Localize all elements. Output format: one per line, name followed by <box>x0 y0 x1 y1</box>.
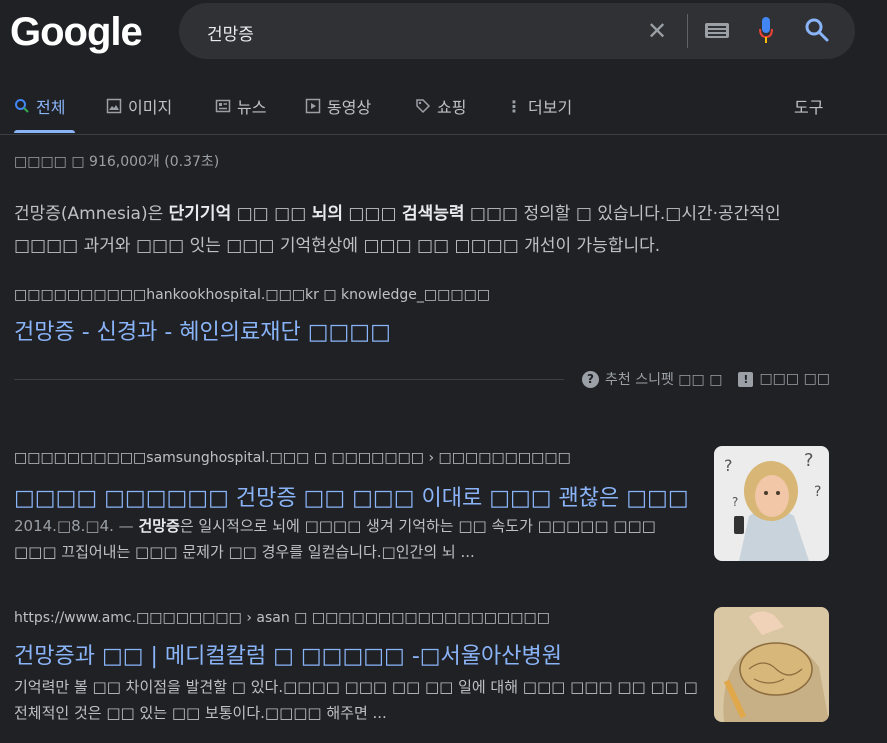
feedback-link[interactable]: □□□ □□ <box>759 371 830 387</box>
search-icon <box>15 99 29 113</box>
tab-label: 이미지 <box>128 98 173 117</box>
result-stats: □□□□ □ 916,000개 (0.37초) <box>14 154 220 170</box>
help-icon[interactable]: ? <box>582 370 599 388</box>
tab-label: 쇼핑 <box>437 98 467 117</box>
featured-source-url[interactable]: □□□□□□□□□□hankookhospital.□□□kr □ knowle… <box>14 287 490 303</box>
divider <box>687 14 688 48</box>
divider <box>0 134 887 135</box>
stressed-woman-image: ? ? ? ? <box>714 446 829 561</box>
result-thumbnail[interactable] <box>714 607 829 722</box>
tab-videos[interactable]: 동영상 <box>305 94 371 118</box>
result-title[interactable]: □□□□ □□□□□□ 건망증 □□ □□□ 이대로 □□□ 괜찮은 □□□ <box>14 480 689 512</box>
tab-all[interactable]: 전체 <box>14 94 65 118</box>
result-thumbnail[interactable]: ? ? ? ? <box>714 446 829 561</box>
microphone-icon[interactable] <box>759 17 773 45</box>
snippet-bold: 단기기억 <box>168 204 232 224</box>
tag-icon <box>416 99 431 114</box>
svg-text:?: ? <box>804 450 814 471</box>
brain-sketch-image <box>714 607 829 722</box>
snippet-text: □□ □□ <box>231 204 312 224</box>
snippet-footer: ? 추천 스니펫 □□ □ ! □□□ □□ <box>582 369 830 389</box>
tab-label: 동영상 <box>327 98 372 117</box>
image-icon <box>106 98 122 114</box>
tab-label: 더보기 <box>528 98 573 117</box>
tab-news[interactable]: 뉴스 <box>215 94 266 118</box>
result-date: 2014.□8.□4. — <box>14 517 139 535</box>
result-description: 기억력만 볼 □□ 차이점을 발견할 □ 있다.□□□□ □□□ □□ □□ 일… <box>14 678 698 722</box>
feedback-icon[interactable]: ! <box>738 371 754 387</box>
active-tab-indicator <box>14 130 75 133</box>
tab-label: 전체 <box>36 98 66 117</box>
divider <box>14 379 564 380</box>
result-description: 2014.□8.□4. — 건망증은 일시적으로 뇌에 □□□□ 생겨 기억하는… <box>14 513 694 565</box>
result-title[interactable]: 건망증과 □□ | 메디컬칼럼 □ □□□□□ -□서울아산병원 <box>14 638 562 670</box>
snippet-text: □□□ <box>342 204 402 224</box>
tab-more[interactable]: ⋮ 더보기 <box>506 94 572 118</box>
clear-icon[interactable]: ✕ <box>647 17 667 45</box>
tab-images[interactable]: 이미지 <box>106 94 172 118</box>
snippet-bold: 검색능력 <box>401 204 465 224</box>
keyboard-icon[interactable] <box>705 23 729 38</box>
result-url[interactable]: □□□□□□□□□□samsunghospital.□□□ □ □□□□□□□ … <box>14 450 571 466</box>
search-tabs: 전체 이미지 뉴스 동영상 쇼핑 ⋮ 더보기 도구 <box>0 80 887 135</box>
about-snippet-link[interactable]: 추천 스니펫 □□ □ <box>605 369 722 389</box>
tab-shopping[interactable]: 쇼핑 <box>415 94 466 118</box>
tab-label: 도구 <box>794 98 824 117</box>
video-icon <box>305 98 321 114</box>
result-url[interactable]: https://www.amc.□□□□□□□□ › asan □ □□□□□□… <box>14 610 550 626</box>
svg-text:?: ? <box>814 484 821 500</box>
result-keyword: 건망증 <box>138 517 180 535</box>
snippet-bold: 뇌의 <box>311 204 343 224</box>
search-icon[interactable] <box>804 17 830 43</box>
svg-text:?: ? <box>732 495 738 509</box>
tab-tools[interactable]: 도구 <box>794 94 823 118</box>
news-icon <box>215 99 231 113</box>
snippet-text: 건망증(Amnesia)은 <box>14 204 169 224</box>
search-box: ✕ <box>179 3 855 59</box>
more-icon: ⋮ <box>506 96 522 116</box>
svg-text:?: ? <box>724 456 733 475</box>
featured-result-title[interactable]: 건망증 - 신경과 - 혜인의료재단 □□□□ <box>14 314 391 346</box>
search-input[interactable] <box>205 19 629 45</box>
google-logo[interactable]: Google <box>10 10 143 55</box>
tab-label: 뉴스 <box>237 98 267 117</box>
featured-snippet-text: 건망증(Amnesia)은 단기기억 □□ □□ 뇌의 □□□ 검색능력 □□□… <box>14 198 834 262</box>
